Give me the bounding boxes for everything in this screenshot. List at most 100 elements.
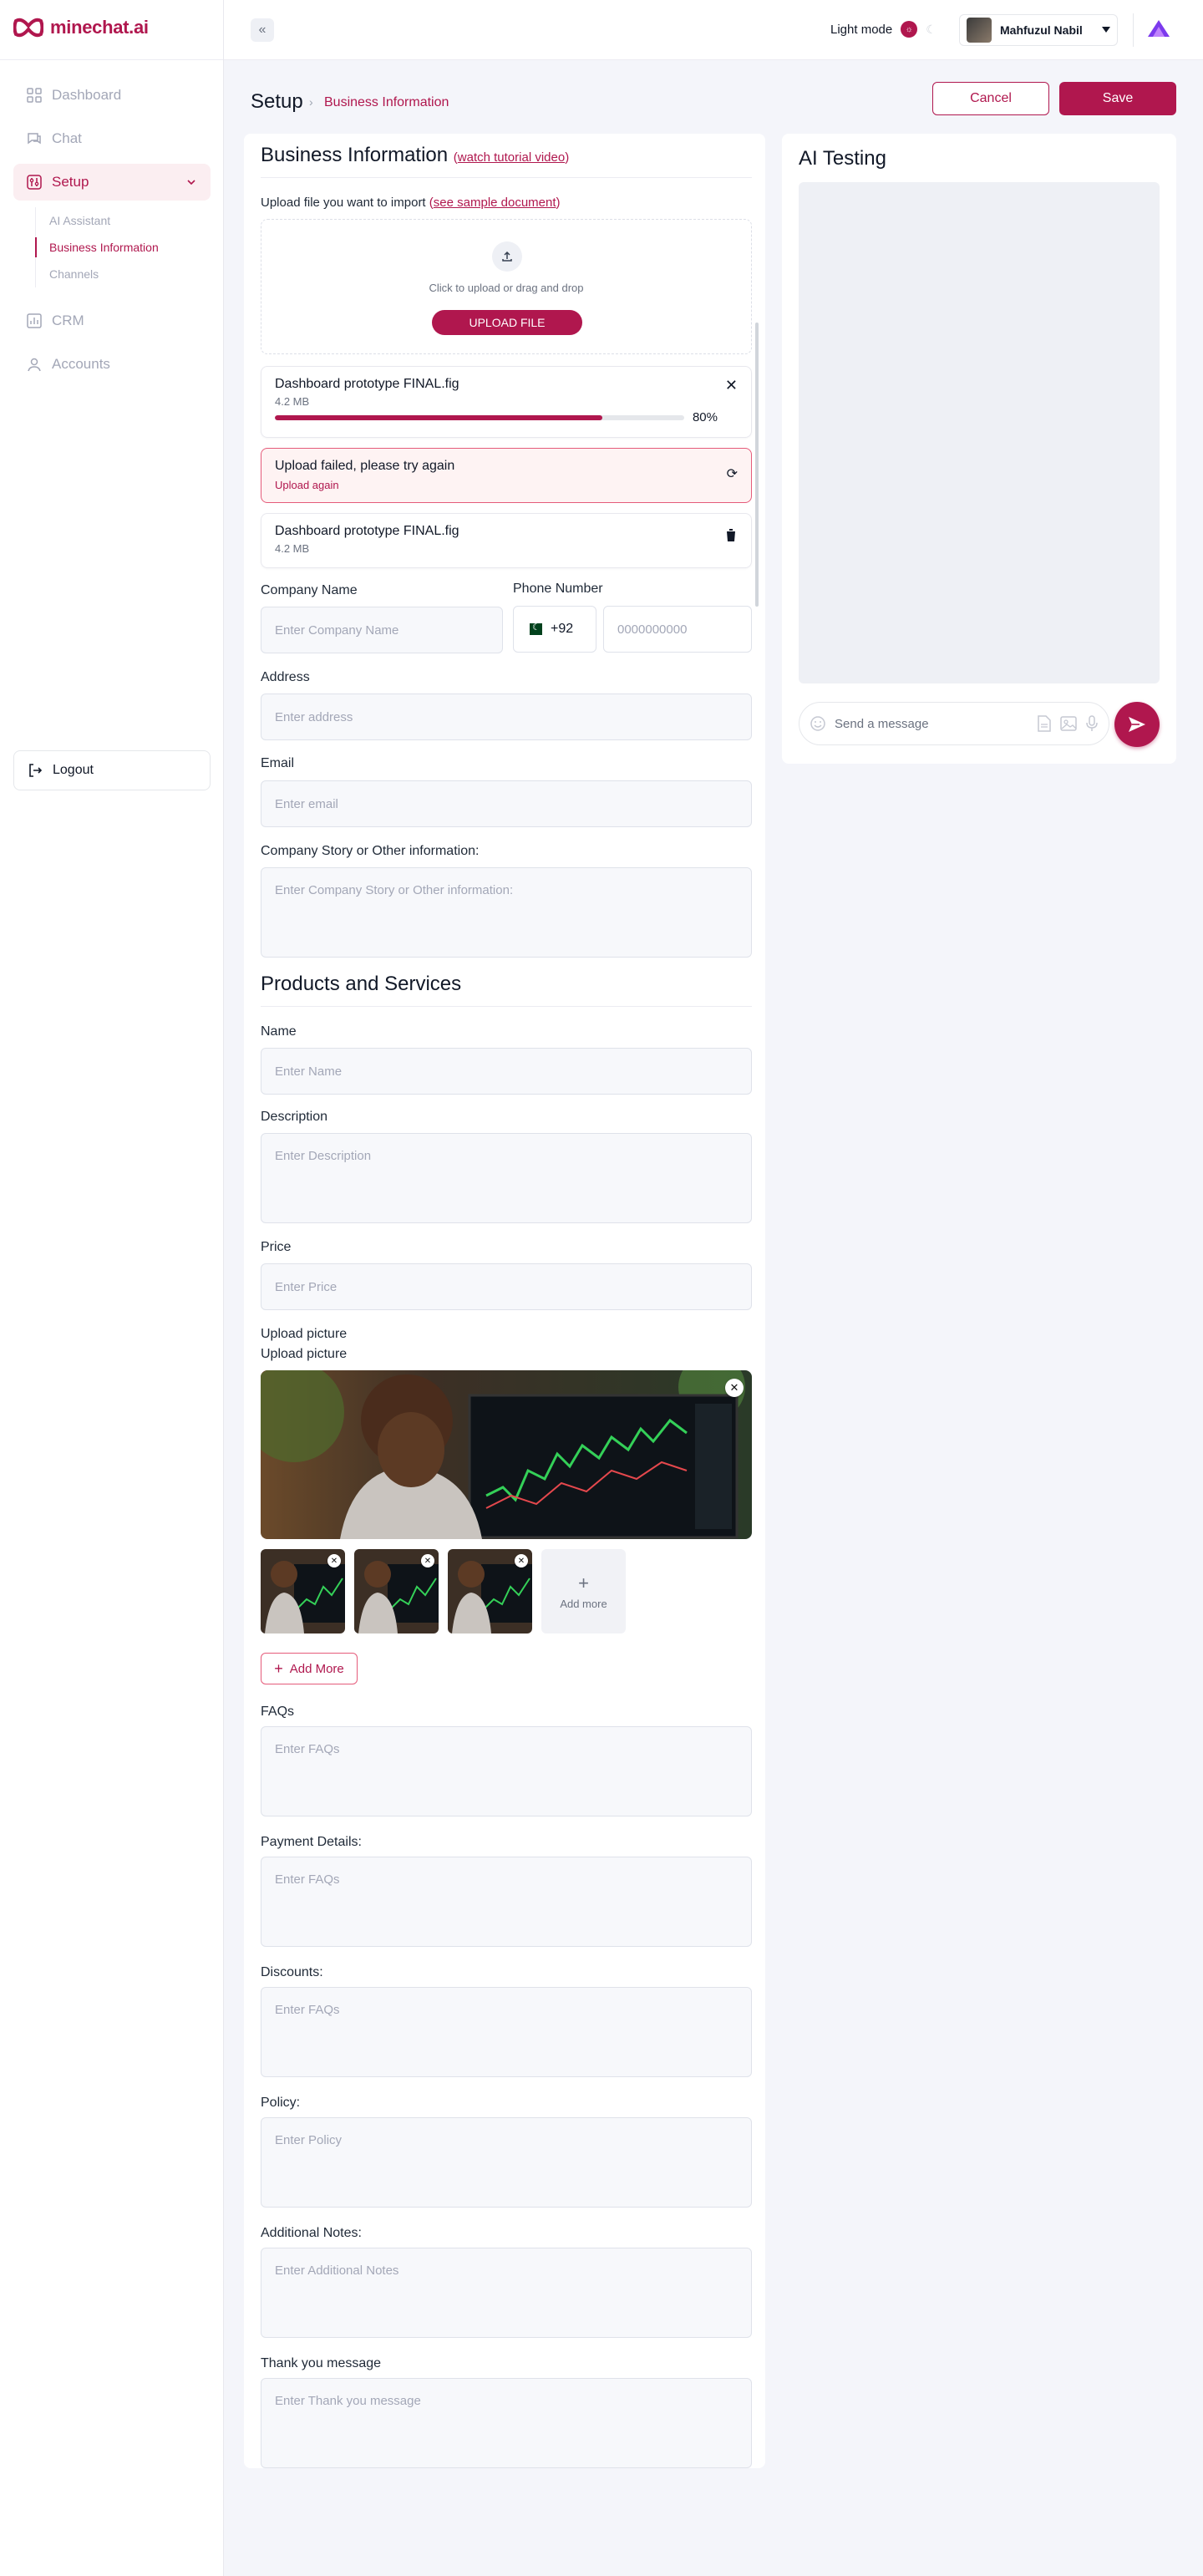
subnav-channels[interactable]: Channels (36, 261, 211, 287)
email-label: Email (261, 756, 295, 770)
payment-details-textarea[interactable]: Enter FAQs (261, 1857, 752, 1947)
section-divider (261, 1006, 752, 1007)
close-icon[interactable]: ✕ (725, 377, 738, 394)
collapse-sidebar-button[interactable]: « (251, 18, 274, 42)
send-icon (1129, 717, 1145, 732)
product-thumbnail[interactable]: ✕ (448, 1549, 532, 1633)
thank-you-label: Thank you message (261, 2356, 382, 2370)
product-image: ✕ (261, 1370, 752, 1539)
subnav-ai-assistant[interactable]: AI Assistant (36, 207, 211, 234)
product-thumbnail[interactable]: ✕ (261, 1549, 345, 1633)
cancel-button[interactable]: Cancel (932, 82, 1049, 115)
topbar-divider (1133, 13, 1134, 47)
file-name: Dashboard prototype FINAL.fig (275, 524, 459, 538)
product-thumbnail[interactable]: ✕ (354, 1549, 439, 1633)
tutorial-video-link[interactable]: watch tutorial video (458, 150, 565, 165)
product-name-label: Name (261, 1024, 297, 1039)
sample-document-link[interactable]: see sample document (434, 196, 556, 210)
sidebar: minechat.ai Dashboard Chat Setup AI Assi… (0, 0, 224, 2576)
close-icon[interactable]: ✕ (327, 1554, 341, 1567)
thank-you-textarea[interactable]: Enter Thank you message (261, 2378, 752, 2468)
add-more-picture-tile[interactable]: + Add more (541, 1549, 626, 1633)
upload-progress-percent: 80% (692, 410, 718, 424)
retry-icon[interactable]: ⟳ (727, 465, 738, 482)
sidebar-item-chat[interactable]: Chat (13, 120, 211, 157)
file-size: 4.2 MB (275, 542, 310, 555)
scrollbar[interactable] (755, 323, 759, 607)
email-input[interactable]: Enter email (261, 780, 752, 827)
file-dropzone[interactable]: Click to upload or drag and drop UPLOAD … (261, 219, 752, 354)
upload-progress-fill (275, 415, 602, 420)
product-name-input[interactable]: Enter Name (261, 1048, 752, 1095)
uploading-file-card: Dashboard prototype FINAL.fig 4.2 MB ✕ 8… (261, 366, 752, 438)
plus-icon: + (578, 1573, 589, 1593)
topbar: « Light mode ☼ ☾ Mahfuzul Nabil (224, 0, 1203, 60)
address-label: Address (261, 670, 310, 684)
brand-name: minechat.ai (50, 17, 149, 38)
policy-textarea[interactable]: Enter Policy (261, 2117, 752, 2208)
upload-failed-card: Upload failed, please try again Upload a… (261, 448, 752, 503)
sidebar-nav: Dashboard Chat Setup AI Assistant Busine… (13, 77, 211, 389)
sidebar-item-label: Dashboard (52, 87, 122, 103)
close-icon[interactable]: ✕ (515, 1554, 528, 1567)
chevron-down-icon (187, 180, 195, 185)
add-more-button[interactable]: + Add More (261, 1653, 358, 1684)
country-code: +92 (551, 622, 574, 636)
address-input[interactable]: Enter address (261, 694, 752, 740)
company-story-textarea[interactable]: Enter Company Story or Other information… (261, 867, 752, 958)
file-size: 4.2 MB (275, 395, 310, 408)
add-more-tile-label: Add more (560, 1598, 607, 1610)
double-chevron-left-icon: « (258, 23, 266, 37)
brand-triangle-icon[interactable] (1146, 18, 1171, 40)
user-menu[interactable]: Mahfuzul Nabil (959, 14, 1118, 46)
microphone-icon[interactable] (1085, 715, 1099, 732)
additional-notes-label: Additional Notes: (261, 2226, 362, 2240)
close-icon[interactable]: ✕ (421, 1554, 434, 1567)
image-icon[interactable] (1060, 715, 1077, 732)
emoji-icon[interactable] (810, 715, 826, 732)
payment-details-label: Payment Details: (261, 1835, 362, 1849)
send-button[interactable] (1114, 702, 1160, 747)
policy-label: Policy: (261, 2096, 301, 2110)
description-textarea[interactable]: Enter Description (261, 1133, 752, 1223)
sidebar-item-crm[interactable]: CRM (13, 302, 211, 339)
country-code-select[interactable]: +92 (513, 606, 596, 653)
sidebar-item-label: CRM (52, 312, 84, 328)
save-button[interactable]: Save (1059, 82, 1176, 115)
sidebar-item-dashboard[interactable]: Dashboard (13, 77, 211, 114)
logout-icon (29, 764, 43, 777)
user-name: Mahfuzul Nabil (1000, 23, 1083, 37)
subnav-business-information[interactable]: Business Information (35, 234, 211, 261)
file-icon[interactable] (1037, 715, 1052, 732)
close-icon[interactable]: ✕ (725, 1379, 744, 1397)
sidebar-item-accounts[interactable]: Accounts (13, 346, 211, 383)
price-input[interactable]: Enter Price (261, 1263, 752, 1310)
sidebar-item-label: Accounts (52, 356, 110, 372)
logo-icon (13, 18, 43, 38)
dashboard-icon (27, 88, 42, 103)
brand-logo[interactable]: minechat.ai (13, 17, 149, 38)
file-name: Dashboard prototype FINAL.fig (275, 377, 459, 391)
business-info-title: Business Information (watch tutorial vid… (261, 144, 570, 166)
discounts-label: Discounts: (261, 1965, 323, 1979)
trash-icon[interactable] (726, 529, 736, 541)
upload-again-link[interactable]: Upload again (275, 479, 339, 491)
business-info-heading: Business Information (261, 144, 449, 166)
sidebar-item-setup[interactable]: Setup (13, 164, 211, 201)
dropzone-text: Click to upload or drag and drop (429, 282, 584, 294)
chat-icon (28, 133, 41, 145)
upload-file-button[interactable]: UPLOAD FILE (432, 310, 582, 335)
phone-number-input[interactable]: 0000000000 (603, 606, 752, 653)
message-input[interactable]: Send a message (799, 702, 1109, 745)
faqs-textarea[interactable]: Enter FAQs (261, 1726, 752, 1816)
theme-toggle[interactable]: Light mode ☼ ☾ (830, 21, 937, 38)
logout-button[interactable]: Logout (13, 750, 211, 790)
company-name-input[interactable]: Enter Company Name (261, 607, 503, 653)
upload-prompt: Upload file you want to import (see samp… (261, 196, 561, 210)
additional-notes-textarea[interactable]: Enter Additional Notes (261, 2248, 752, 2338)
sun-icon: ☼ (901, 21, 918, 38)
phone-number-label: Phone Number (513, 582, 603, 596)
upload-picture-label: Upload picture (261, 1327, 348, 1341)
breadcrumb[interactable]: Business Information (324, 95, 449, 110)
discounts-textarea[interactable]: Enter FAQs (261, 1987, 752, 2077)
